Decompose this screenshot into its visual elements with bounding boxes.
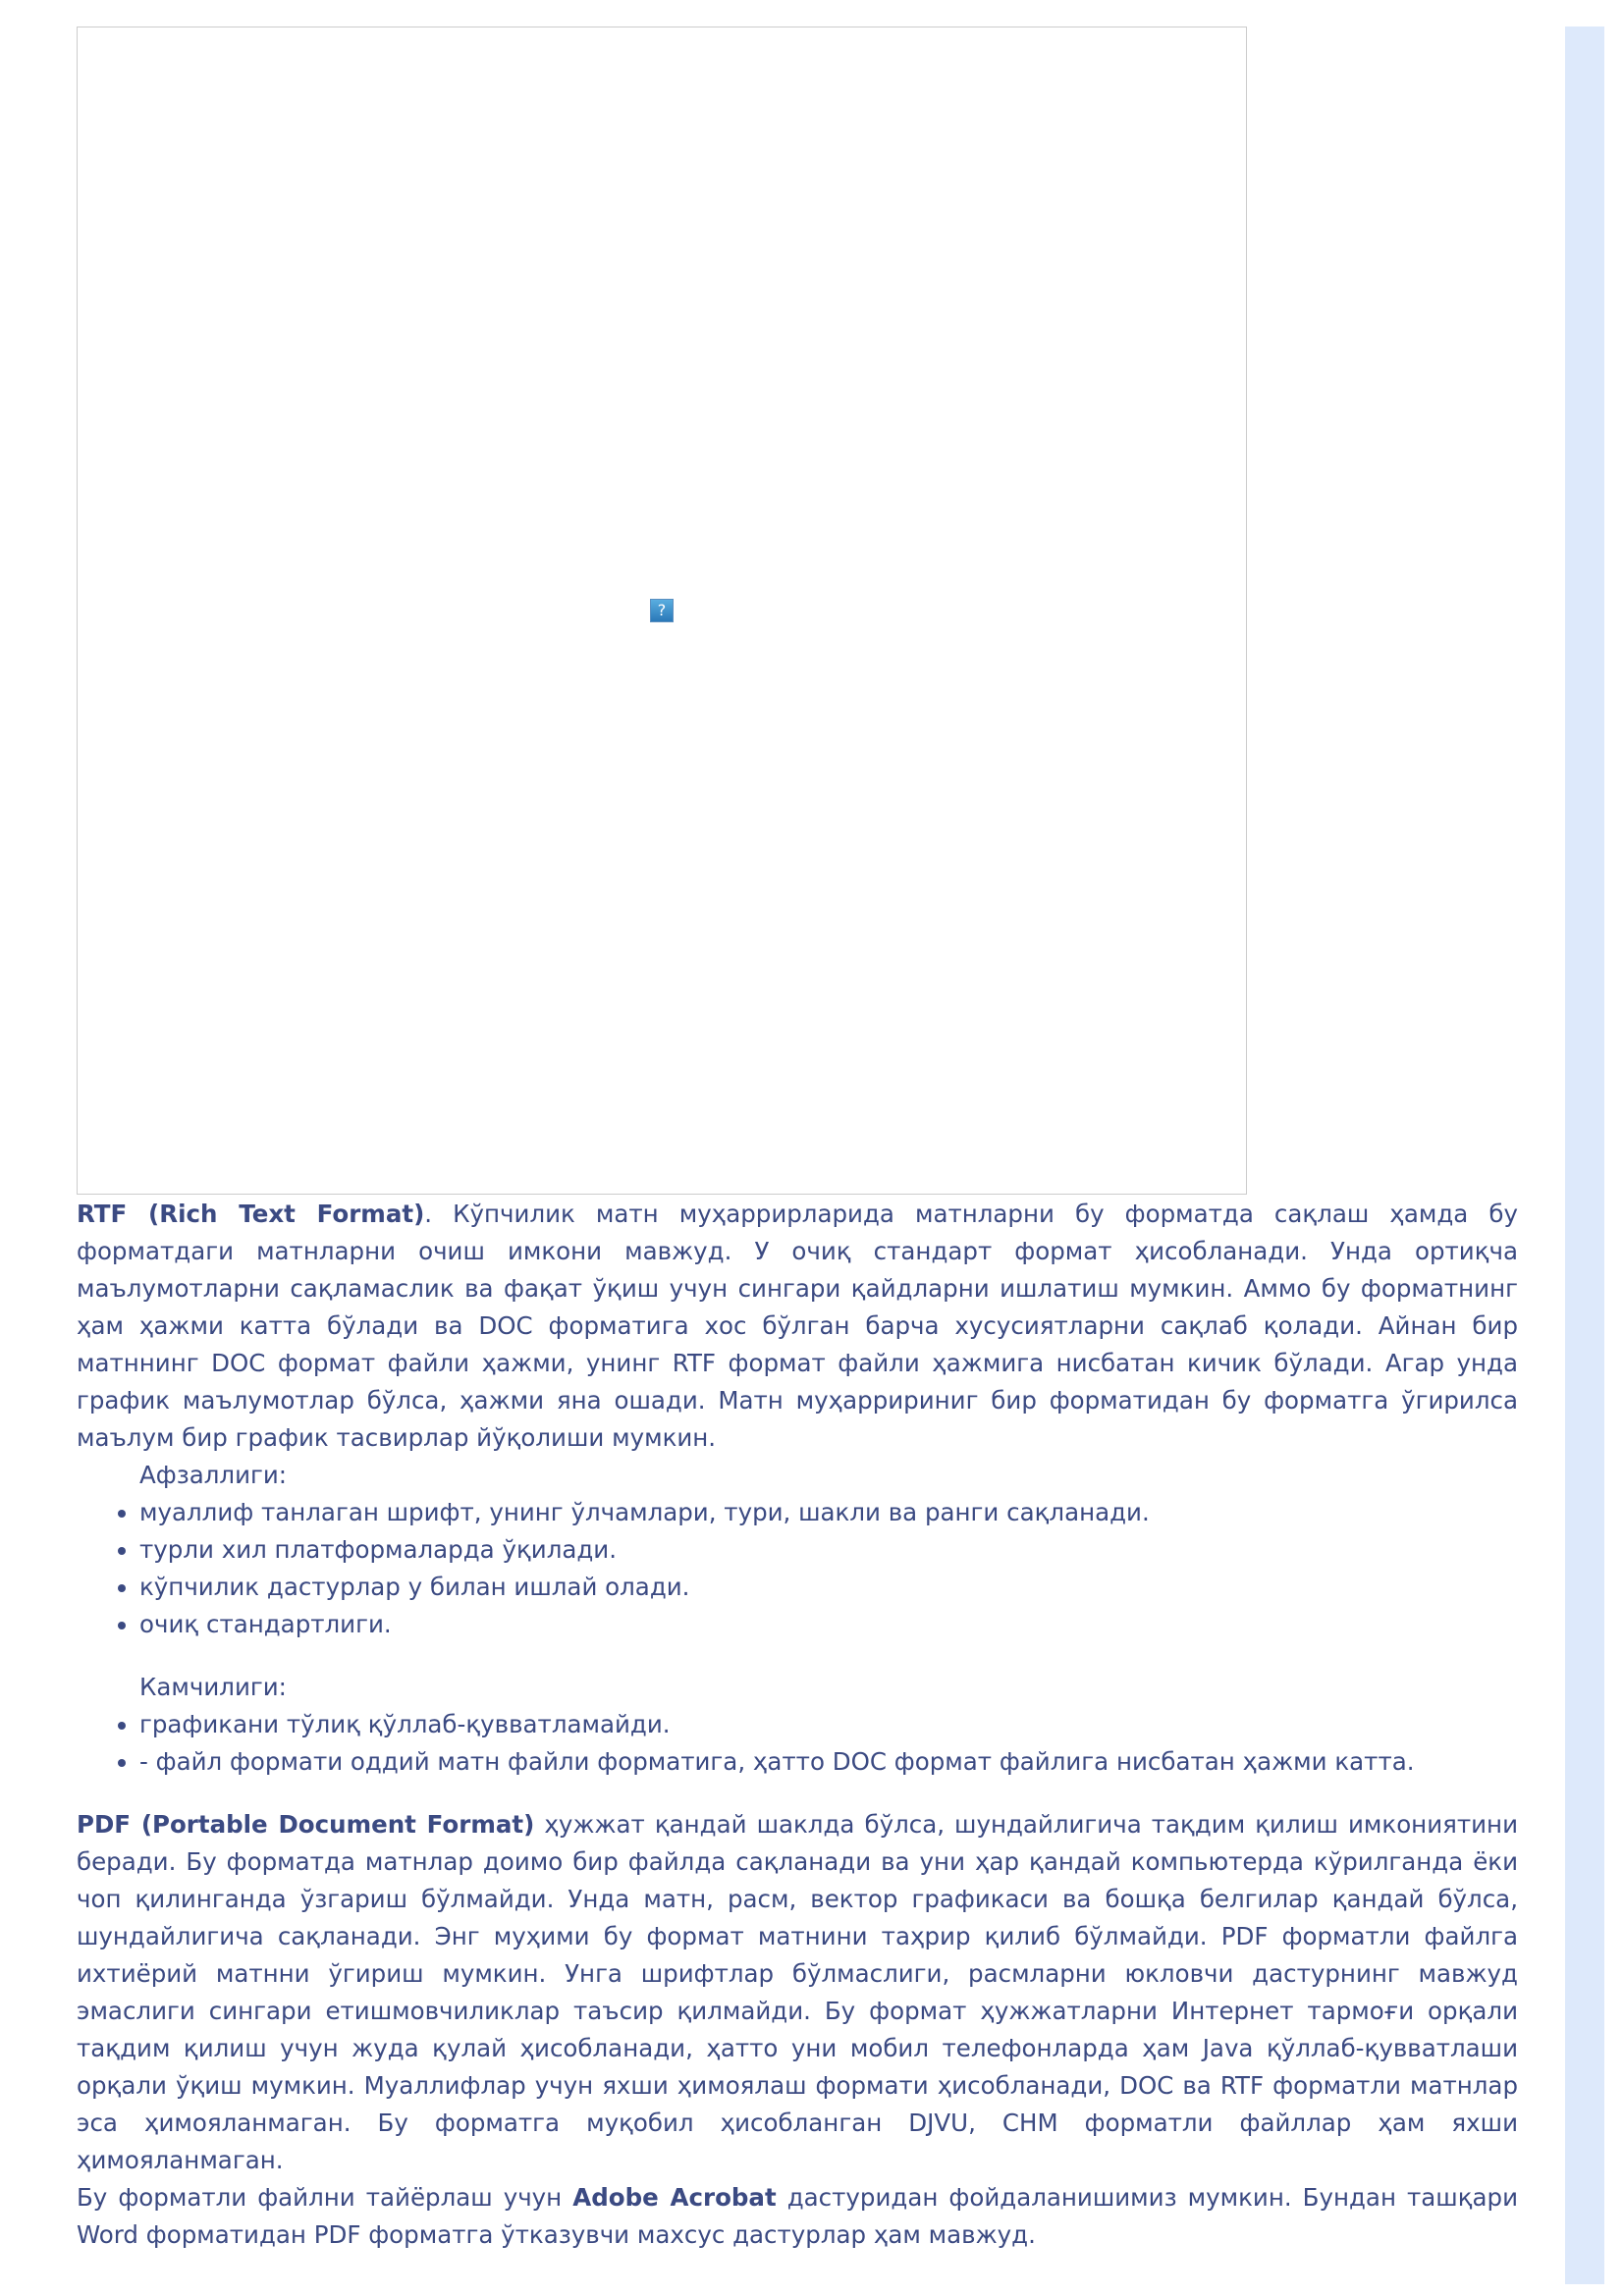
rtf-disadvantages-list: графикани тўлиқ қўллаб-қувватламайди. - … [77,1706,1518,1781]
list-item: графикани тўлиқ қўллаб-қувватламайди. [139,1706,1518,1743]
figure-image-placeholder: ? [77,27,1247,1195]
list-item: кўпчилик дастурлар у билан ишлай олади. [139,1569,1518,1606]
rtf-advantages-label: Афзаллиги: [139,1461,288,1489]
pdf-paragraph: PDF (Portable Document Format) ҳужжат қа… [77,1806,1518,2179]
pdf-description: ҳужжат қандай шаклда бўлса, шундайлигича… [77,1810,1518,2174]
acrobat-paragraph: Бу форматли файлни тайёрлаш учун Adobe A… [77,2183,1518,2249]
rtf-paragraph: RTF (Rich Text Format). Кўпчилик матн му… [77,1196,1518,1457]
rtf-advantages-list: муаллиф танлаган шрифт, унинг ўлчамлари,… [77,1494,1518,1643]
list-item: очиқ стандартлиги. [139,1606,1518,1643]
document-body: RTF (Rich Text Format). Кўпчилик матн му… [77,1196,1518,2254]
list-item: турли хил платформаларда ўқилади. [139,1531,1518,1569]
rtf-description: . Кўпчилик матн муҳаррирларида матнларни… [77,1200,1518,1452]
list-item: муаллиф танлаган шрифт, унинг ўлчамлари,… [139,1494,1518,1531]
rtf-disadvantages-label: Камчилиги: [139,1673,287,1701]
scrollbar-track[interactable] [1565,27,1604,2284]
list-item: - файл формати оддий матн файли форматиг… [139,1743,1518,1781]
broken-image-icon: ? [650,599,674,622]
pdf-term: PDF (Portable Document Format) [77,1810,535,1839]
acrobat-term: Adobe Acrobat [572,2183,777,2212]
rtf-term: RTF (Rich Text Format) [77,1200,425,1228]
